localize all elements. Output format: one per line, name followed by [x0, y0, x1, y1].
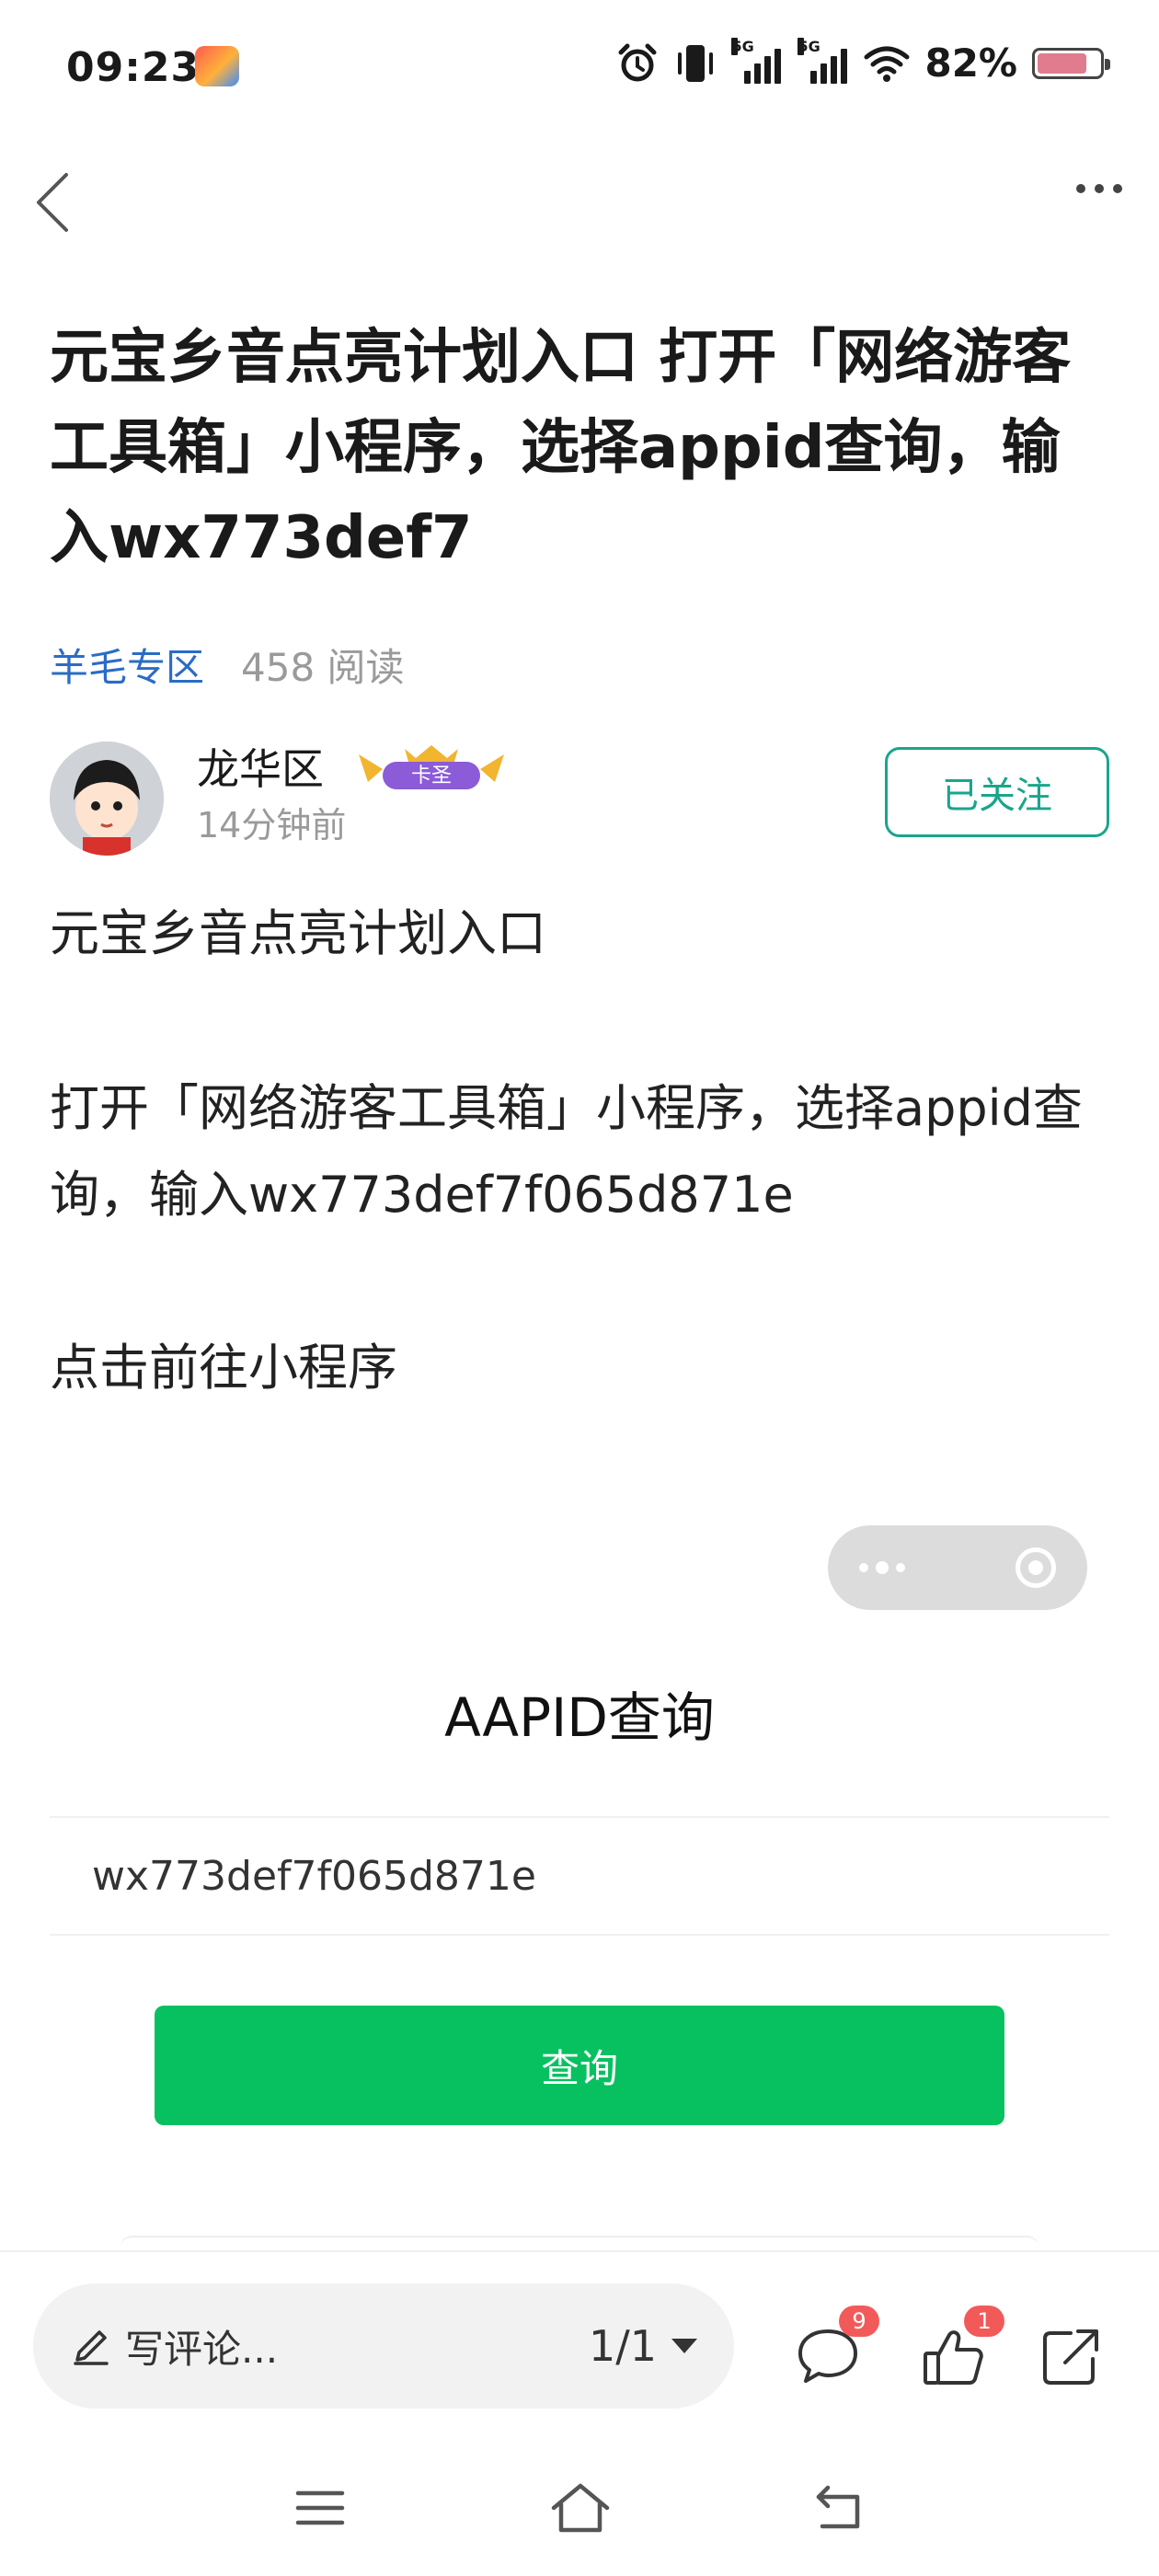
system-nav-bar	[0, 2447, 1159, 2576]
comment-button[interactable]: 9	[791, 2306, 879, 2398]
paragraph: 元宝乡音点亮计划入口	[50, 904, 546, 962]
back-icon[interactable]	[811, 2480, 866, 2536]
more-dots-icon[interactable]	[1076, 184, 1122, 193]
article-title: 元宝乡音点亮计划入口 打开「网络游客工具箱」小程序，选择appid查询，输入wx…	[50, 324, 1072, 572]
mini-program-title: AAPID查询	[444, 1686, 715, 1749]
status-time: 09:23	[66, 44, 201, 91]
wifi-icon	[864, 46, 910, 82]
status-icons: 5G 5G 82%	[615, 37, 1110, 86]
network-type-label: 5G	[731, 37, 754, 55]
dropdown-caret-icon[interactable]	[671, 2339, 697, 2353]
mini-program-capsule[interactable]	[828, 1525, 1087, 1610]
chevron-left-icon[interactable]	[28, 166, 83, 239]
avatar[interactable]	[50, 742, 164, 856]
like-button[interactable]: 1	[916, 2306, 1004, 2398]
author-name[interactable]: 龙华区	[197, 736, 324, 797]
vibrate-icon	[678, 44, 714, 82]
query-button[interactable]: 查询	[155, 2006, 1004, 2125]
paragraph: 打开「网络游客工具箱」小程序，选择appid查询，输入wx773def7f065…	[50, 1079, 1083, 1224]
category-link[interactable]: 羊毛专区	[50, 637, 204, 693]
battery-icon	[1032, 47, 1110, 79]
page-indicator[interactable]: 1/1	[589, 2321, 657, 2371]
badge-label: 卡圣	[411, 765, 452, 788]
appid-input[interactable]: wx773def7f065d871e	[50, 1816, 1109, 1936]
article-meta: 羊毛专区 458 阅读	[50, 637, 405, 693]
comment-input[interactable]: 写评论... 1/1	[33, 2283, 734, 2409]
app-notification-icon	[195, 46, 239, 86]
comment-placeholder: 写评论...	[125, 2326, 279, 2372]
network-type-label: 5G	[798, 37, 820, 55]
level-badge: 卡圣	[350, 742, 513, 797]
avatar-image	[50, 742, 164, 856]
battery-percent: 82%	[924, 40, 1017, 86]
menu-icon[interactable]	[293, 2480, 348, 2536]
paragraph[interactable]: 点击前往小程序	[50, 1325, 1117, 1411]
more-dots-icon[interactable]	[859, 1561, 905, 1574]
crown-badge-icon: 卡圣	[359, 745, 504, 789]
signal-5g-icon: 5G	[798, 37, 849, 84]
share-icon	[1043, 2329, 1098, 2385]
comment-count-badge: 9	[839, 2306, 879, 2337]
read-count: 458 阅读	[241, 645, 405, 690]
battery-level	[1038, 52, 1087, 74]
follow-button[interactable]: 已关注	[885, 747, 1109, 837]
post-time: 14分钟前	[197, 805, 347, 845]
share-button[interactable]	[1034, 2320, 1107, 2398]
alarm-icon	[618, 43, 657, 81]
close-target-icon[interactable]	[1016, 1547, 1056, 1588]
signal-5g-icon: 5G	[731, 37, 783, 84]
like-count-badge: 1	[964, 2306, 1004, 2337]
pen-icon	[74, 2330, 109, 2365]
home-icon[interactable]	[548, 2478, 613, 2536]
